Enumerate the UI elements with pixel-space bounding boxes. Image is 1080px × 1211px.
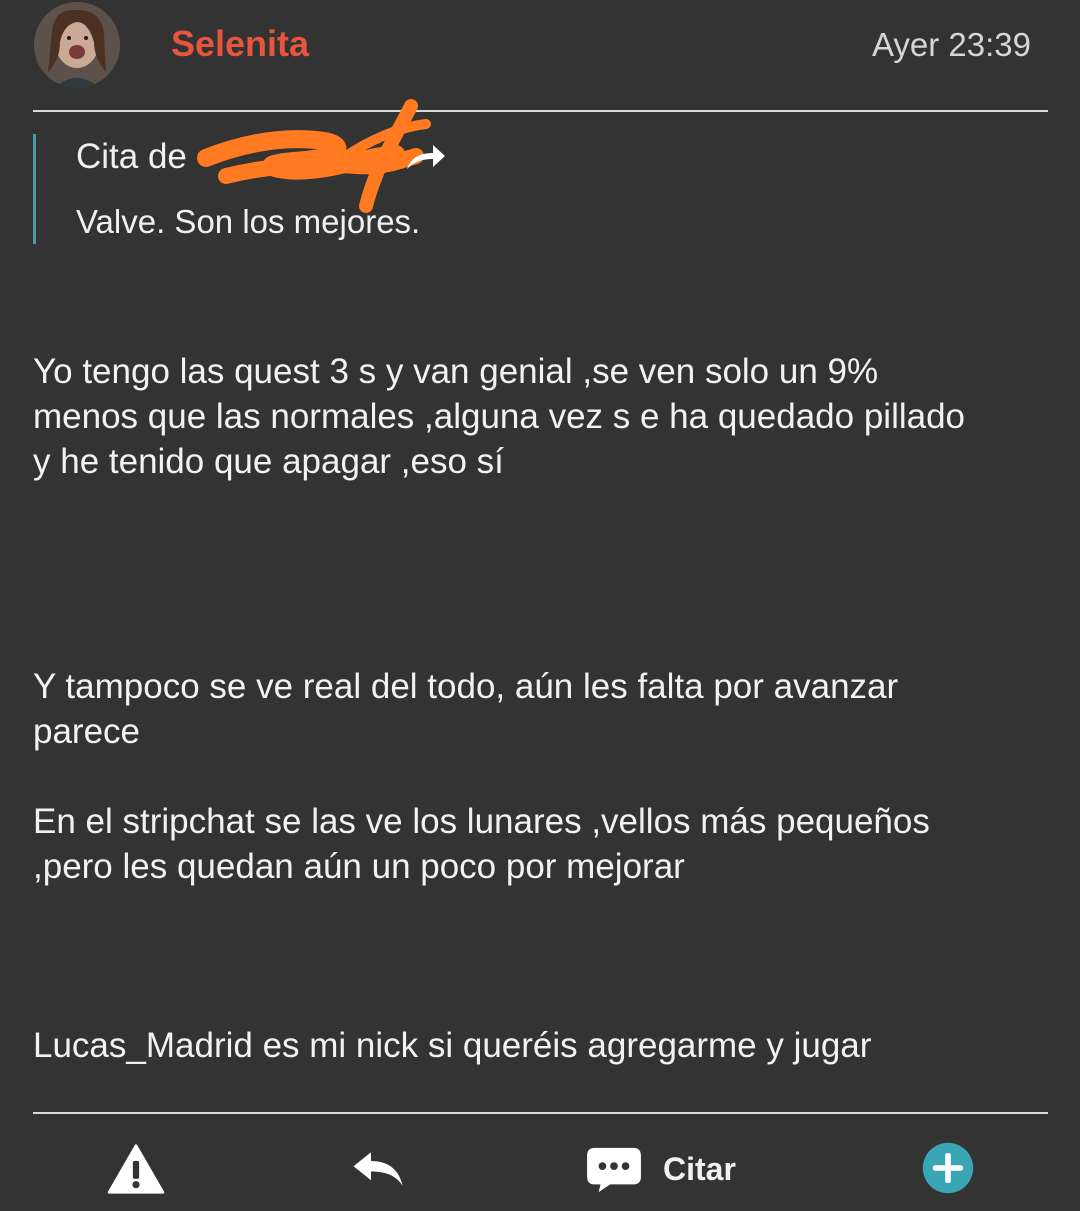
quote-button[interactable]: Citar	[585, 1140, 755, 1198]
reply-button[interactable]	[346, 1144, 410, 1192]
quoted-post: Cita de Valve. Son los mejores.	[33, 99, 1036, 244]
add-button[interactable]	[918, 1138, 978, 1198]
quote-prefix: Cita de	[76, 137, 187, 176]
quote-text: Valve. Son los mejores.	[76, 203, 421, 240]
warning-icon	[107, 1144, 165, 1194]
reply-icon	[353, 1152, 403, 1186]
post-author-name[interactable]: Selenita	[171, 22, 309, 66]
post-paragraph: Yo tengo las quest 3 s y van genial ,se …	[33, 352, 966, 481]
report-button[interactable]	[104, 1140, 168, 1198]
plus-circle-icon	[922, 1142, 974, 1194]
post-paragraph: En el stripchat se las ve los lunares ,v…	[33, 802, 930, 886]
quote-button-label: Citar	[663, 1150, 736, 1187]
header-divider	[33, 110, 1048, 112]
chat-bubble-icon	[587, 1147, 641, 1193]
user-avatar[interactable]	[34, 2, 120, 88]
post-paragraph: Y tampoco se ve real del todo, aún les f…	[33, 667, 899, 751]
post-view: Selenita Ayer 23:39 Cita de Valve. Son l…	[0, 0, 1080, 1211]
go-to-quote-icon[interactable]	[403, 137, 447, 177]
quote-author-line: Cita de	[76, 134, 187, 180]
avatar-photo	[34, 2, 120, 88]
post-timestamp: Ayer 23:39	[871, 26, 1031, 63]
footer-divider	[33, 1112, 1048, 1114]
post-paragraph: Lucas_Madrid es mi nick si queréis agreg…	[33, 1026, 872, 1065]
